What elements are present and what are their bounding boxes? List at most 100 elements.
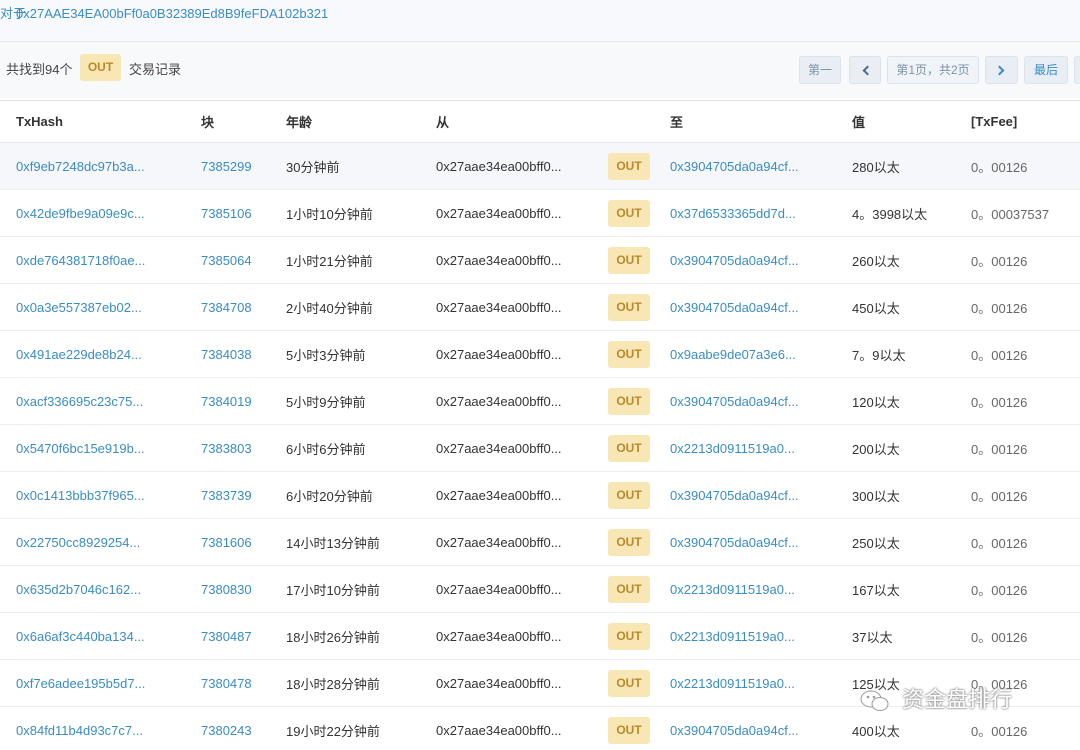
direction-tag: OUT — [608, 293, 650, 321]
to-address-link[interactable]: 0x3904705da0a94cf... — [666, 236, 850, 284]
tx-hash-link[interactable]: 0xde764381718f0ae... — [0, 236, 184, 284]
direction-cell: OUT — [604, 330, 666, 378]
tx-hash-link[interactable]: 0x635d2b7046c162... — [0, 565, 184, 613]
tx-value: 300以太 — [850, 471, 970, 519]
tx-fee: 0。00126 — [970, 142, 1080, 190]
watermark: 资金盘排行 — [860, 680, 1012, 720]
tx-age: 6小时20分钟前 — [270, 471, 420, 519]
tx-fee: 0。00126 — [970, 236, 1080, 284]
block-link[interactable]: 7383739 — [184, 471, 270, 519]
direction-tag: OUT — [608, 246, 650, 274]
tx-hash-link[interactable]: 0xacf336695c23c75... — [0, 377, 184, 425]
tx-age: 1小时21分钟前 — [270, 236, 420, 284]
tx-fee: 0。00126 — [970, 612, 1080, 660]
to-address-link[interactable]: 0x9aabe9de07a3e6... — [666, 330, 850, 378]
direction-tag: OUT — [608, 199, 650, 227]
tx-age: 1小时10分钟前 — [270, 189, 420, 237]
chevron-right-icon — [994, 65, 1005, 76]
block-link[interactable]: 7384019 — [184, 377, 270, 425]
address-header: 对于 0x27AAE34EA00bFf0a0B32389Ed8B9feFDA10… — [0, 0, 1080, 42]
tx-fee: 0。00126 — [970, 471, 1080, 519]
tx-age: 19小时22分钟前 — [270, 706, 420, 750]
tx-hash-link[interactable]: 0x84fd11b4d93c7c7... — [0, 706, 184, 750]
tx-value: 280以太 — [850, 142, 970, 190]
block-link[interactable]: 7381606 — [184, 518, 270, 566]
watermark-text: 资金盘排行 — [902, 687, 1013, 712]
first-page-button[interactable]: 第一 — [799, 56, 841, 84]
from-address: 0x27aae34ea00bff0... — [420, 142, 604, 190]
block-link[interactable]: 7385064 — [184, 236, 270, 284]
block-link[interactable]: 7380478 — [184, 659, 270, 707]
tx-value: 167以太 — [850, 565, 970, 613]
tx-hash-link[interactable]: 0xf7e6adee195b5d7... — [0, 659, 184, 707]
tx-age: 18小时26分钟前 — [270, 612, 420, 660]
tx-hash-link[interactable]: 0x6a6af3c440ba134... — [0, 612, 184, 660]
block-link[interactable]: 7384708 — [184, 283, 270, 331]
to-address-link[interactable]: 0x2213d0911519a0... — [666, 424, 850, 472]
tx-value: 7。9以太 — [850, 330, 970, 378]
previous-page-button[interactable] — [849, 56, 881, 84]
block-link[interactable]: 7384038 — [184, 330, 270, 378]
transactions-table-container: TxHash 块 年龄 从 至 值 [TxFee] 0xf9eb7248dc97… — [0, 100, 1080, 750]
direction-tag: OUT — [608, 152, 650, 180]
from-address: 0x27aae34ea00bff0... — [420, 189, 604, 237]
tx-hash-link[interactable]: 0x22750cc8929254... — [0, 518, 184, 566]
tx-age: 14小时13分钟前 — [270, 518, 420, 566]
to-address-link[interactable]: 0x2213d0911519a0... — [666, 565, 850, 613]
tx-hash-link[interactable]: 0xf9eb7248dc97b3a... — [0, 142, 184, 190]
tx-value: 120以太 — [850, 377, 970, 425]
from-address: 0x27aae34ea00bff0... — [420, 565, 604, 613]
tx-age: 6小时6分钟前 — [270, 424, 420, 472]
transactions-table: TxHash 块 年龄 从 至 值 [TxFee] 0xf9eb7248dc97… — [0, 100, 1080, 750]
block-link[interactable]: 7383803 — [184, 424, 270, 472]
table-row: 0xde764381718f0ae... 7385064 1小时21分钟前 0x27a… — [0, 236, 1080, 284]
tx-fee: 0。00126 — [970, 424, 1080, 472]
tx-hash-link[interactable]: 0x5470f6bc15e919b... — [0, 424, 184, 472]
block-link[interactable]: 7380830 — [184, 565, 270, 613]
tx-value: 450以太 — [850, 283, 970, 331]
wechat-icon — [860, 690, 889, 712]
to-address-link[interactable]: 0x3904705da0a94cf... — [666, 706, 850, 750]
column-header-direction — [604, 100, 666, 143]
to-address-link[interactable]: 0x2213d0911519a0... — [666, 659, 850, 707]
to-address-link[interactable]: 0x3904705da0a94cf... — [666, 377, 850, 425]
table-row: 0x635d2b7046c162... 7380830 17小时10分钟前 0x27a… — [0, 565, 1080, 613]
next-page-button[interactable] — [985, 56, 1018, 84]
direction-cell: OUT — [604, 189, 666, 237]
tx-age: 5小时3分钟前 — [270, 330, 420, 378]
to-address-link[interactable]: 0x2213d0911519a0... — [666, 612, 850, 660]
block-link[interactable]: 7380487 — [184, 612, 270, 660]
address-link[interactable]: 0x27AAE34EA00bFf0a0B32389Ed8B9feFDA102b3… — [16, 0, 328, 28]
to-address-link[interactable]: 0x3904705da0a94cf... — [666, 471, 850, 519]
transactions-table-body: 0xf9eb7248dc97b3a... 7385299 30分钟前 0x27aae3… — [0, 142, 1080, 750]
table-row: 0x491ae229de8b24... 7384038 5小时3分钟前 0x27aae… — [0, 330, 1080, 378]
last-page-button[interactable]: 最后 — [1024, 56, 1068, 84]
tx-hash-link[interactable]: 0x0a3e557387eb02... — [0, 283, 184, 331]
tx-hash-link[interactable]: 0x0c1413bbb37f965... — [0, 471, 184, 519]
block-link[interactable]: 7380243 — [184, 706, 270, 750]
tx-age: 5小时9分钟前 — [270, 377, 420, 425]
tx-value: 260以太 — [850, 236, 970, 284]
result-count: 共找到94个 — [6, 62, 73, 77]
table-row: 0x0a3e557387eb02... 7384708 2小时40分钟前 0x27aa… — [0, 283, 1080, 331]
block-link[interactable]: 7385106 — [184, 189, 270, 237]
direction-cell: OUT — [604, 659, 666, 707]
tx-hash-link[interactable]: 0x491ae229de8b24... — [0, 330, 184, 378]
block-link[interactable]: 7385299 — [184, 142, 270, 190]
to-address-link[interactable]: 0x37d6533365dd7d... — [666, 189, 850, 237]
column-header-to: 至 — [666, 100, 850, 143]
direction-cell: OUT — [604, 424, 666, 472]
from-address: 0x27aae34ea00bff0... — [420, 330, 604, 378]
direction-tag: OUT — [608, 528, 650, 556]
chevron-left-icon — [862, 65, 872, 76]
direction-tag: OUT — [608, 669, 650, 697]
tx-value: 37以太 — [850, 612, 970, 660]
direction-cell: OUT — [604, 706, 666, 750]
tx-fee: 0。00126 — [970, 330, 1080, 378]
tx-hash-link[interactable]: 0x42de9fbe9a09e9c... — [0, 189, 184, 237]
page-size-button[interactable] — [1074, 56, 1080, 84]
to-address-link[interactable]: 0x3904705da0a94cf... — [666, 142, 850, 190]
to-address-link[interactable]: 0x3904705da0a94cf... — [666, 283, 850, 331]
tx-fee: 0。00126 — [970, 565, 1080, 613]
to-address-link[interactable]: 0x3904705da0a94cf... — [666, 518, 850, 566]
